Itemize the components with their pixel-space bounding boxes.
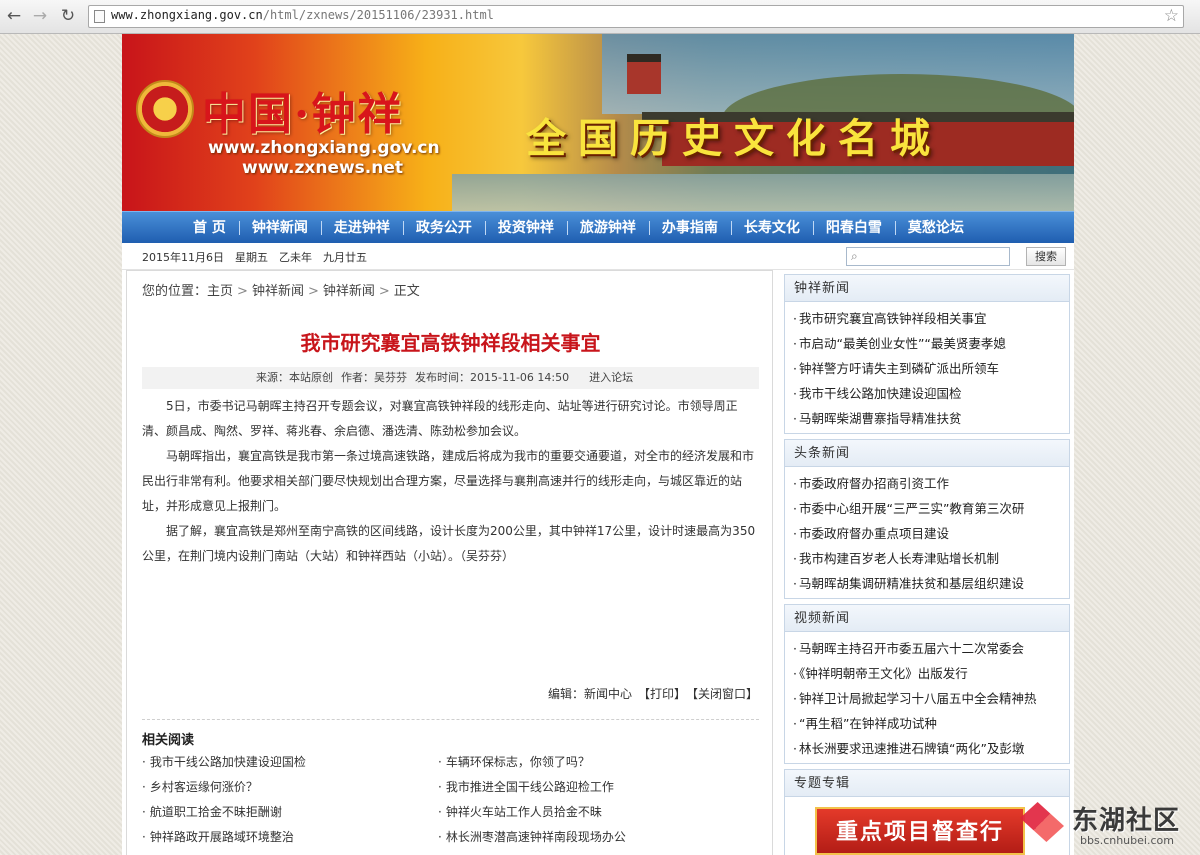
breadcrumb-separator-icon: > — [307, 284, 319, 299]
search-icon: ⌕ — [851, 249, 858, 263]
print-link[interactable]: 【打印】 — [638, 687, 686, 701]
article-panel: 您的位置：主页 > 钟祥新闻 > 钟祥新闻 > 正文 我市研究襄宜高铁钟祥段相关事宜 来源：… — [126, 270, 773, 855]
reload-icon[interactable]: ↻ — [58, 6, 78, 26]
list-item[interactable]: 林长洲要求迅速推进石牌镇“两化”及彭墩 — [793, 736, 1069, 761]
article-paragraph: 马朝晖指出，襄宜高铁是我市第一条过境高速铁路，建成后将成为我市的重要交通要道，对… — [142, 449, 755, 513]
breadcrumb-current: 正文 — [393, 284, 420, 299]
sidebox-list: 市委政府督办招商引资工作 市委中心组开展“三严三实”教育第三次研 市委政府督办重… — [785, 467, 1069, 596]
list-item[interactable]: 市委中心组开展“三严三实”教育第三次研 — [793, 496, 1069, 521]
sidebox-title[interactable]: 钟祥新闻 — [785, 275, 1069, 302]
article-body: 5日，市委书记马朝晖主持召开专题会议，对襄宜高铁钟祥段的线形走向、站址等进行研究… — [142, 394, 759, 569]
breadcrumb-news[interactable]: 钟祥新闻 — [252, 284, 304, 299]
breadcrumb: 您的位置：主页 > 钟祥新闻 > 钟祥新闻 > 正文 — [142, 280, 420, 299]
watermark-domain: bbs.cnhubei.com — [1080, 834, 1174, 847]
watermark-logo: 东湖社区 bbs.cnhubei.com — [1018, 798, 1200, 855]
related-item[interactable]: 航道职工拾金不昧拒酬谢 — [142, 803, 282, 820]
nav-item-invest[interactable]: 投资钟祥 — [484, 212, 567, 243]
article-footer: 编辑：新闻中心 【打印】 【关闭窗口】 — [542, 685, 758, 702]
site-banner: 中国·钟祥 www.zhongxiang.gov.cn www.zxnews.n… — [122, 34, 1074, 211]
nav-item-travel[interactable]: 旅游钟祥 — [566, 212, 649, 243]
editor-label: 编辑：新闻中心 — [547, 687, 632, 701]
related-item[interactable]: 我市推进全国干线公路迎检工作 — [438, 778, 614, 795]
list-item[interactable]: 马朝晖主持召开市委五届六十二次常委会 — [793, 636, 1069, 661]
list-item[interactable]: 市委政府督办招商引资工作 — [793, 471, 1069, 496]
sidebox-title[interactable]: 专题专辑 — [785, 770, 1069, 797]
current-date: 2015年11月6日 星期五 乙未年 九月廿五 — [142, 251, 367, 264]
key-project-banner[interactable]: 重点项目督查行 — [815, 807, 1025, 855]
article-time: 发布时间：2015-11-06 14:50 — [415, 371, 570, 384]
nav-item-longevity[interactable]: 长寿文化 — [730, 212, 813, 243]
article-author: 作者：吴芬芬 — [341, 371, 407, 384]
sidebox-title[interactable]: 头条新闻 — [785, 440, 1069, 467]
site-url-1: www.zhongxiang.gov.cn — [208, 138, 440, 158]
back-icon[interactable]: ← — [4, 6, 24, 26]
forward-icon[interactable]: → — [30, 6, 50, 26]
list-item[interactable]: 钟祥卫计局掀起学习十八届五中全会精神热 — [793, 686, 1069, 711]
breadcrumb-separator-icon: > — [237, 284, 248, 299]
banner-pagoda — [627, 54, 661, 94]
sidebox-zhongxiang-news: 钟祥新闻 我市研究襄宜高铁钟祥段相关事宜 市启动“最美创业女性”“最美贤妻孝媳 … — [784, 274, 1070, 434]
sidebox-headline-news: 头条新闻 市委政府督办招商引资工作 市委中心组开展“三严三实”教育第三次研 市委… — [784, 439, 1070, 599]
url-text: www.zhongxiang.gov.cn/html/zxnews/201511… — [111, 8, 494, 22]
list-item[interactable]: “再生稻”在钟祥成功试种 — [793, 711, 1069, 736]
nav-item-about[interactable]: 走进钟祥 — [320, 212, 403, 243]
article-paragraph: 5日，市委书记马朝晖主持召开专题会议，对襄宜高铁钟祥段的线形走向、站址等进行研究… — [142, 399, 738, 438]
nav-item-news[interactable]: 钟祥新闻 — [238, 212, 321, 243]
related-reading-title: 相关阅读 — [142, 733, 195, 748]
close-window-link[interactable]: 【关闭窗口】 — [692, 687, 758, 701]
sidebox-title[interactable]: 视频新闻 — [785, 605, 1069, 632]
list-item[interactable]: 马朝晖柴湖曹寨指导精准扶贫 — [793, 406, 1069, 431]
browser-toolbar: ← → ↻ www.zhongxiang.gov.cn/html/zxnews/… — [0, 0, 1200, 34]
sidebox-video-news: 视频新闻 马朝晖主持召开市委五届六十二次常委会 《钟祥明朝帝王文化》出版发行 钟… — [784, 604, 1070, 764]
nav-item-culture[interactable]: 阳春白雪 — [812, 212, 895, 243]
related-item[interactable]: 我市干线公路加快建设迎国检 — [142, 753, 306, 770]
url-host: www.zhongxiang.gov.cn — [111, 8, 263, 22]
date-search-bar: 2015年11月6日 星期五 乙未年 九月廿五 ⌕ 搜索 — [122, 243, 1074, 270]
search-button[interactable]: 搜索 — [1026, 247, 1066, 266]
watermark-mark-icon — [1020, 802, 1064, 842]
nav-item-home[interactable]: 首 页 — [180, 212, 239, 243]
article-source: 来源：本站原创 — [256, 371, 333, 384]
breadcrumb-news-sub[interactable]: 钟祥新闻 — [323, 284, 375, 299]
web-page: 中国·钟祥 www.zhongxiang.gov.cn www.zxnews.n… — [122, 34, 1074, 855]
list-item[interactable]: 我市构建百岁老人长寿津贴增长机制 — [793, 546, 1069, 571]
main-nav: 首 页 钟祥新闻 走进钟祥 政务公开 投资钟祥 旅游钟祥 办事指南 长寿文化 阳… — [122, 211, 1074, 243]
related-item[interactable]: 林长洲枣潜高速钟祥南段现场办公 — [438, 828, 626, 845]
list-item[interactable]: 马朝晖胡集调研精准扶贫和基层组织建设 — [793, 571, 1069, 596]
url-path: /html/zxnews/20151106/23931.html — [262, 8, 494, 22]
banner-slogan: 全国历史文化名城 — [526, 115, 942, 162]
related-item[interactable]: 乡村客运缘何涨价？ — [142, 778, 258, 795]
nav-item-forum[interactable]: 莫愁论坛 — [894, 212, 977, 243]
article-meta: 来源：本站原创 作者：吴芬芬 发布时间：2015-11-06 14:50 进入论坛 — [142, 367, 759, 389]
site-url-2: www.zxnews.net — [242, 158, 404, 178]
related-item[interactable]: 钟祥路政开展路域环境整治 — [142, 828, 294, 845]
list-item[interactable]: 《钟祥明朝帝王文化》出版发行 — [793, 661, 1069, 686]
address-bar[interactable]: www.zhongxiang.gov.cn/html/zxnews/201511… — [88, 5, 1184, 28]
article-title: 我市研究襄宜高铁钟祥段相关事宜 — [300, 331, 601, 355]
brand-title: 中国·钟祥 — [202, 89, 404, 140]
list-item[interactable]: 钟祥警方吁请失主到磷矿派出所领车 — [793, 356, 1069, 381]
nav-item-guide[interactable]: 办事指南 — [648, 212, 731, 243]
forum-link[interactable]: 进入论坛 — [589, 371, 633, 384]
list-item[interactable]: 我市研究襄宜高铁钟祥段相关事宜 — [793, 306, 1069, 331]
related-item[interactable]: 钟祥火车站工作人员拾金不昧 — [438, 803, 602, 820]
bookmark-star-icon[interactable]: ☆ — [1164, 6, 1179, 26]
sidebox-list: 我市研究襄宜高铁钟祥段相关事宜 市启动“最美创业女性”“最美贤妻孝媳 钟祥警方吁… — [785, 302, 1069, 431]
sidebox-list: 马朝晖主持召开市委五届六十二次常委会 《钟祥明朝帝王文化》出版发行 钟祥卫计局掀… — [785, 632, 1069, 761]
search-input[interactable]: ⌕ — [846, 247, 1010, 266]
national-emblem-icon — [136, 80, 194, 138]
watermark-name: 东湖社区 — [1072, 806, 1181, 836]
breadcrumb-home[interactable]: 主页 — [207, 284, 233, 299]
list-item[interactable]: 市启动“最美创业女性”“最美贤妻孝媳 — [793, 331, 1069, 356]
breadcrumb-separator-icon: > — [378, 284, 390, 299]
article-paragraph: 据了解，襄宜高铁是郑州至南宁高铁的区间线路，设计长度为200公里，其中钟祥17公… — [142, 524, 756, 563]
breadcrumb-prefix: 您的位置： — [142, 284, 208, 299]
divider — [142, 719, 759, 720]
page-icon — [94, 10, 105, 23]
list-item[interactable]: 我市干线公路加快建设迎国检 — [793, 381, 1069, 406]
nav-item-government[interactable]: 政务公开 — [402, 212, 485, 243]
list-item[interactable]: 市委政府督办重点项目建设 — [793, 521, 1069, 546]
related-item[interactable]: 车辆环保标志，你领了吗？ — [438, 753, 590, 770]
banner-water — [452, 174, 1074, 211]
